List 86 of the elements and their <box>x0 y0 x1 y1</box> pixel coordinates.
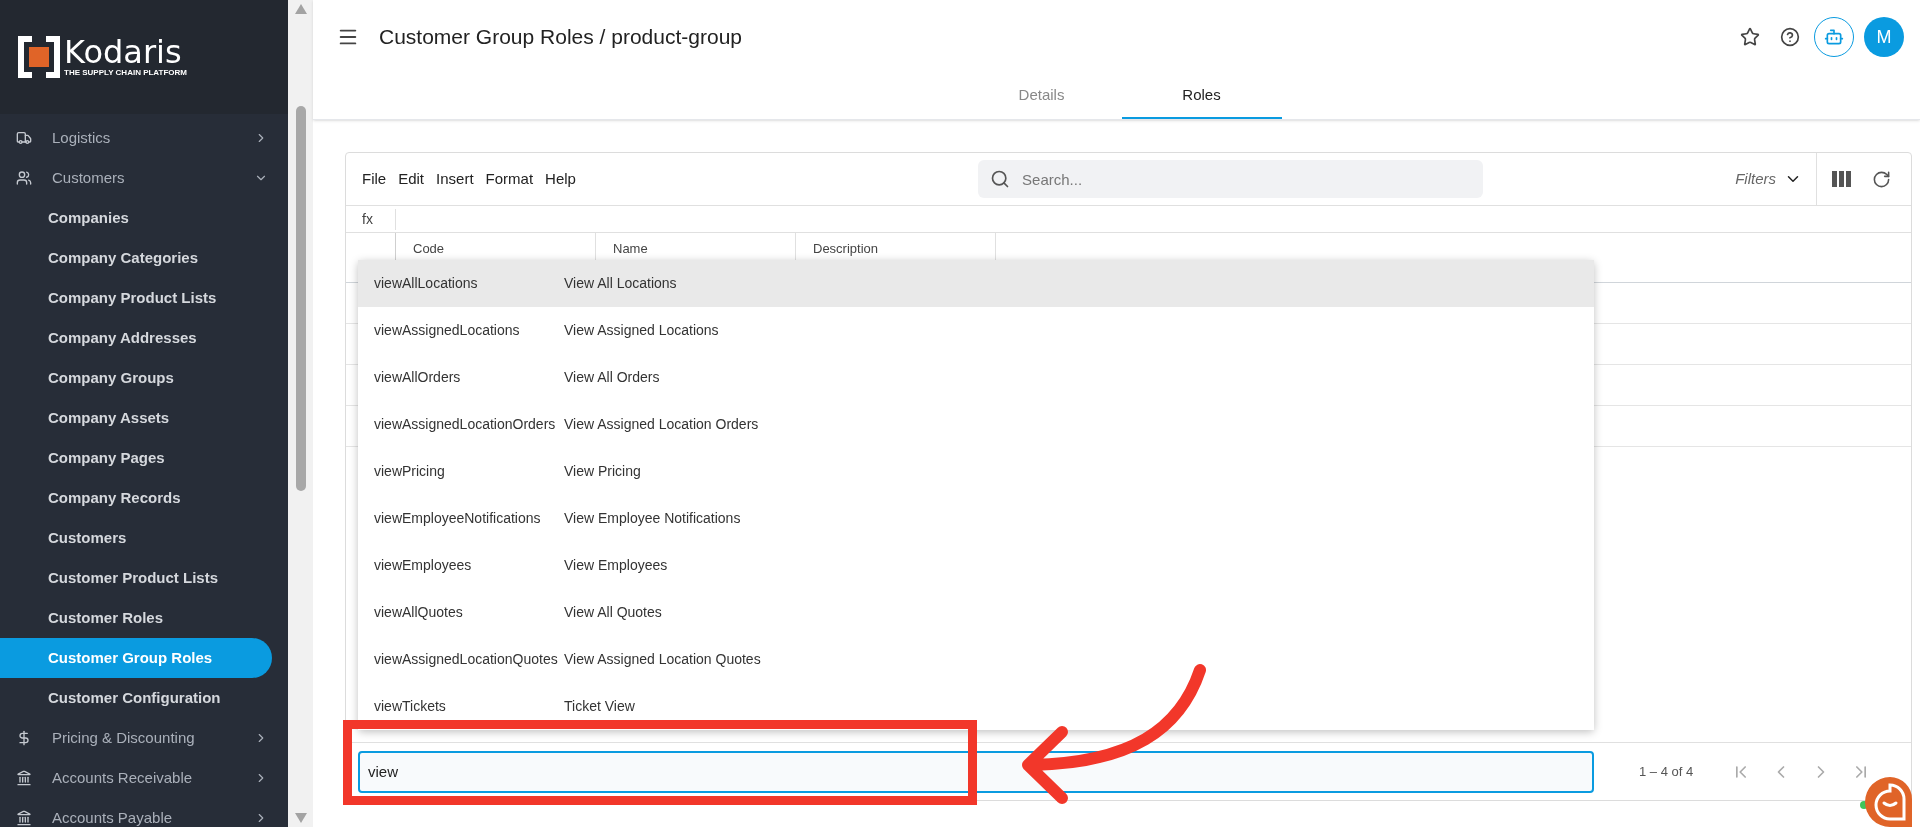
suggestion-code: viewAllOrders <box>373 368 462 387</box>
suggestion-code: viewAssignedLocations <box>373 321 521 340</box>
suggestion-name: View Assigned Location Orders <box>564 415 759 434</box>
filters-button[interactable]: Filters <box>1735 167 1816 191</box>
suggestion-name: Ticket View <box>564 697 635 716</box>
sidebar-item[interactable]: Customer Roles <box>0 598 272 638</box>
menu-item[interactable]: Help <box>545 167 576 191</box>
menu-item[interactable]: Insert <box>436 167 474 191</box>
section-label: Accounts Receivable <box>52 767 194 788</box>
suggestion-item[interactable]: viewAssignedLocationOrders View Assigned Location Orders <box>358 401 1594 448</box>
column-header[interactable]: Code <box>413 241 445 256</box>
section-label: Pricing & Discounting <box>52 727 196 748</box>
sidebar-item[interactable]: Customer Product Lists <box>0 558 272 598</box>
scroll-thumb[interactable] <box>295 106 306 491</box>
logo-tagline: THE SUPPLY CHAIN PLATFORM <box>64 68 187 78</box>
sidebar-section[interactable]: Customers <box>0 158 288 198</box>
column-header[interactable]: Description <box>813 241 879 256</box>
suggestion-code: viewEmployees <box>373 556 473 575</box>
suggestion-code: viewAllQuotes <box>373 603 464 622</box>
sidebar-section[interactable]: Logistics <box>0 118 288 158</box>
suggestion-name: View All Locations <box>564 274 677 293</box>
sidebar-item[interactable]: Customer Configuration <box>0 678 272 718</box>
pagination-label: 1 – 4 of 4 <box>1639 762 1695 781</box>
suggestion-name: View Employee Notifications <box>564 509 741 528</box>
users-icon <box>16 170 32 186</box>
scroll-down-icon[interactable] <box>294 813 307 823</box>
robot-icon <box>1824 27 1844 47</box>
tab[interactable]: Details <box>961 74 1122 119</box>
truck-icon <box>16 130 32 146</box>
suggestion-item[interactable]: viewAllLocations View All Locations <box>358 260 1594 307</box>
suggestion-code: viewAllLocations <box>373 274 479 293</box>
suggestion-item[interactable]: viewEmployees View Employees <box>358 542 1594 589</box>
suggestion-name: View All Orders <box>564 368 660 387</box>
sidebar-item[interactable]: Customers <box>0 518 272 558</box>
search-icon <box>990 169 1011 189</box>
logo-name: Kodaris <box>64 36 182 68</box>
suggestion-item[interactable]: viewAllOrders View All Orders <box>358 354 1594 401</box>
search-field[interactable]: Search... <box>978 160 1484 198</box>
cell-editor-field[interactable]: view <box>358 750 1594 793</box>
sidebar-item[interactable]: Company Records <box>0 478 272 518</box>
suggestion-code: viewAssignedLocationOrders <box>373 415 557 434</box>
suggestion-item[interactable]: viewPricing View Pricing <box>358 448 1594 495</box>
column-header[interactable]: Name <box>613 241 648 256</box>
suggestion-item[interactable]: viewEmployeeNotifications View Employee Notifications <box>358 495 1594 542</box>
suggestion-name: View Employees <box>564 556 668 575</box>
formula-label: fx <box>346 208 396 230</box>
suggestion-item[interactable]: viewAllQuotes View All Quotes <box>358 589 1594 636</box>
star-icon[interactable] <box>1740 27 1760 47</box>
suggestion-code: viewTickets <box>373 697 447 716</box>
menu-item[interactable]: Edit <box>398 167 425 191</box>
bank-icon <box>16 770 32 786</box>
suggestion-name: View Assigned Location Quotes <box>564 650 761 669</box>
section-label: Customers <box>52 167 126 188</box>
sidebar-item[interactable]: Company Pages <box>0 438 272 478</box>
section-label: Logistics <box>52 127 112 148</box>
sidebar-item[interactable]: Company Groups <box>0 358 272 398</box>
bank-icon <box>16 810 32 826</box>
scroll-up-icon[interactable] <box>294 4 307 14</box>
suggestion-item[interactable]: viewAssignedLocationQuotes View Assigned Location Quotes <box>358 636 1594 683</box>
suggestion-item[interactable]: viewAssignedLocations View Assigned Locations <box>358 307 1594 354</box>
refresh-icon[interactable] <box>1872 169 1891 189</box>
menu-item[interactable]: Format <box>485 167 534 191</box>
suggestion-code: viewPricing <box>373 462 446 481</box>
sidebar-section[interactable]: Accounts Receivable <box>0 758 288 798</box>
suggestion-name: View All Quotes <box>564 603 662 622</box>
sidebar-item[interactable]: Company Assets <box>0 398 272 438</box>
page-title: Customer Group Roles / product-group <box>379 24 743 51</box>
suggestion-name: View Assigned Locations <box>564 321 719 340</box>
tab[interactable]: Roles <box>1121 74 1282 119</box>
sidebar-item[interactable]: Companies <box>0 198 272 238</box>
sidebar-section[interactable]: Accounts Payable <box>0 798 288 827</box>
scrollbar[interactable] <box>288 0 313 827</box>
columns-icon[interactable] <box>1832 171 1852 187</box>
sidebar-item[interactable]: Company Product Lists <box>0 278 272 318</box>
sidebar-section[interactable]: Pricing & Discounting <box>0 718 288 758</box>
suggestion-name: View Pricing <box>564 462 641 481</box>
menu-item[interactable]: File <box>362 167 387 191</box>
suggestion-code: viewAssignedLocationQuotes <box>373 650 559 669</box>
dollar-icon <box>16 730 32 746</box>
help-icon[interactable] <box>1780 27 1800 47</box>
sidebar-item[interactable]: Company Categories <box>0 238 272 278</box>
sidebar-item[interactable]: Company Addresses <box>0 318 272 358</box>
suggestion-code: viewEmployeeNotifications <box>373 509 542 528</box>
section-label: Accounts Payable <box>52 807 174 827</box>
logo-icon <box>18 36 60 78</box>
suggestion-item[interactable]: viewTickets Ticket View <box>358 683 1594 730</box>
